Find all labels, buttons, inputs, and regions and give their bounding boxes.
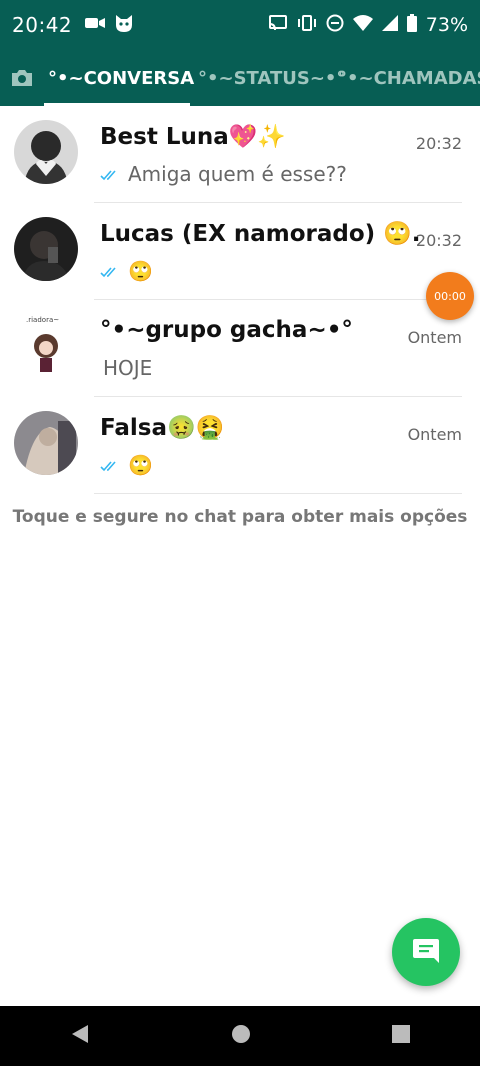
chat-row-grupo-gacha[interactable]: .riadora~ °•~grupo gacha~•° Ontem HOJE xyxy=(0,300,480,397)
chat-list: Best Luna💖✨ 20:32 Amiga quem é esse?? Lu… xyxy=(0,106,480,494)
cat-face-icon xyxy=(114,13,134,37)
vibrate-icon xyxy=(297,14,317,37)
new-chat-icon xyxy=(412,937,440,967)
video-camera-icon xyxy=(84,15,106,35)
chat-time: 20:32 xyxy=(415,231,462,250)
chat-time: Ontem xyxy=(407,328,462,347)
recents-icon[interactable] xyxy=(391,1025,410,1047)
hint-text: Toque e segure no chat para obter mais o… xyxy=(12,507,468,527)
chat-name: °•~grupo gacha~•° xyxy=(100,317,353,343)
cast-icon xyxy=(268,14,288,37)
avatar[interactable] xyxy=(14,217,78,281)
battery-percent: 73% xyxy=(425,14,468,36)
new-chat-button[interactable] xyxy=(392,918,460,986)
chat-name: Best Luna💖✨ xyxy=(100,124,287,150)
chat-row-lucas[interactable]: Lucas (EX namorado) 🙄... 20:32 🙄 xyxy=(0,203,480,300)
recording-timer[interactable]: 00:00 xyxy=(426,272,474,320)
chat-last-message: HOJE xyxy=(103,356,153,380)
chat-last-message: Amiga quem é esse?? xyxy=(128,162,347,186)
double-check-icon xyxy=(100,453,120,477)
avatar-caption: .riadora~ xyxy=(26,316,60,324)
double-check-icon xyxy=(100,259,120,283)
chat-last-message: 🙄 xyxy=(128,259,153,283)
navigation-bar xyxy=(0,1006,480,1066)
avatar[interactable] xyxy=(14,120,78,184)
chat-name: Falsa🤢🤮 xyxy=(100,415,225,441)
home-icon[interactable] xyxy=(231,1024,251,1048)
tab-status[interactable]: °•~STATUS~•° xyxy=(190,50,345,106)
double-check-icon xyxy=(100,162,120,186)
battery-icon xyxy=(406,13,417,37)
do-not-disturb-icon xyxy=(326,14,344,37)
chat-row-best-luna[interactable]: Best Luna💖✨ 20:32 Amiga quem é esse?? xyxy=(0,106,480,203)
tab-chamadas[interactable]: °•~CHAMADAS xyxy=(332,50,480,106)
wifi-icon xyxy=(352,14,373,36)
chat-row-falsa[interactable]: Falsa🤢🤮 Ontem 🙄 xyxy=(0,397,480,494)
chat-name: Lucas (EX namorado) 🙄... xyxy=(100,221,420,247)
avatar[interactable]: .riadora~ xyxy=(14,314,78,378)
chat-last-message: 🙄 xyxy=(128,453,153,477)
tab-bar: °•~CONVERSA °•~STATUS~•° °•~CHAMADAS xyxy=(0,50,480,106)
status-bar: 20:42 73% xyxy=(0,0,480,50)
avatar[interactable] xyxy=(14,411,78,475)
back-icon[interactable] xyxy=(70,1023,90,1049)
cellular-signal-icon xyxy=(381,14,398,36)
camera-icon[interactable] xyxy=(0,50,44,106)
chat-time: Ontem xyxy=(407,425,462,444)
chat-time: 20:32 xyxy=(415,134,462,153)
divider xyxy=(94,493,462,494)
status-time: 20:42 xyxy=(12,13,73,37)
tab-conversa[interactable]: °•~CONVERSA xyxy=(44,50,194,106)
